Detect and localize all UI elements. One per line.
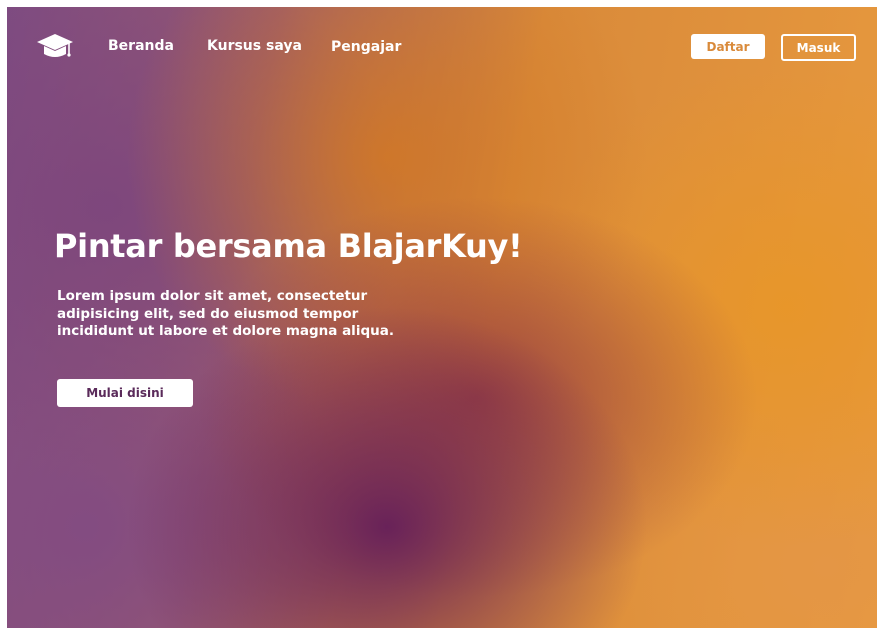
- hero-title: Pintar bersama BlajarKuy!: [54, 227, 523, 265]
- graduation-cap-icon[interactable]: [36, 32, 74, 62]
- start-button[interactable]: Mulai disini: [57, 379, 193, 407]
- hero-description: Lorem ipsum dolor sit amet, consectetur …: [57, 288, 394, 339]
- hero-background: Beranda Kursus saya Pengajar Daftar Masu…: [7, 7, 877, 628]
- login-button[interactable]: Masuk: [781, 34, 856, 61]
- nav-link-pengajar[interactable]: Pengajar: [331, 39, 401, 55]
- nav-link-kursus-saya[interactable]: Kursus saya: [207, 38, 302, 54]
- nav-link-beranda[interactable]: Beranda: [108, 38, 174, 54]
- register-button[interactable]: Daftar: [691, 34, 765, 59]
